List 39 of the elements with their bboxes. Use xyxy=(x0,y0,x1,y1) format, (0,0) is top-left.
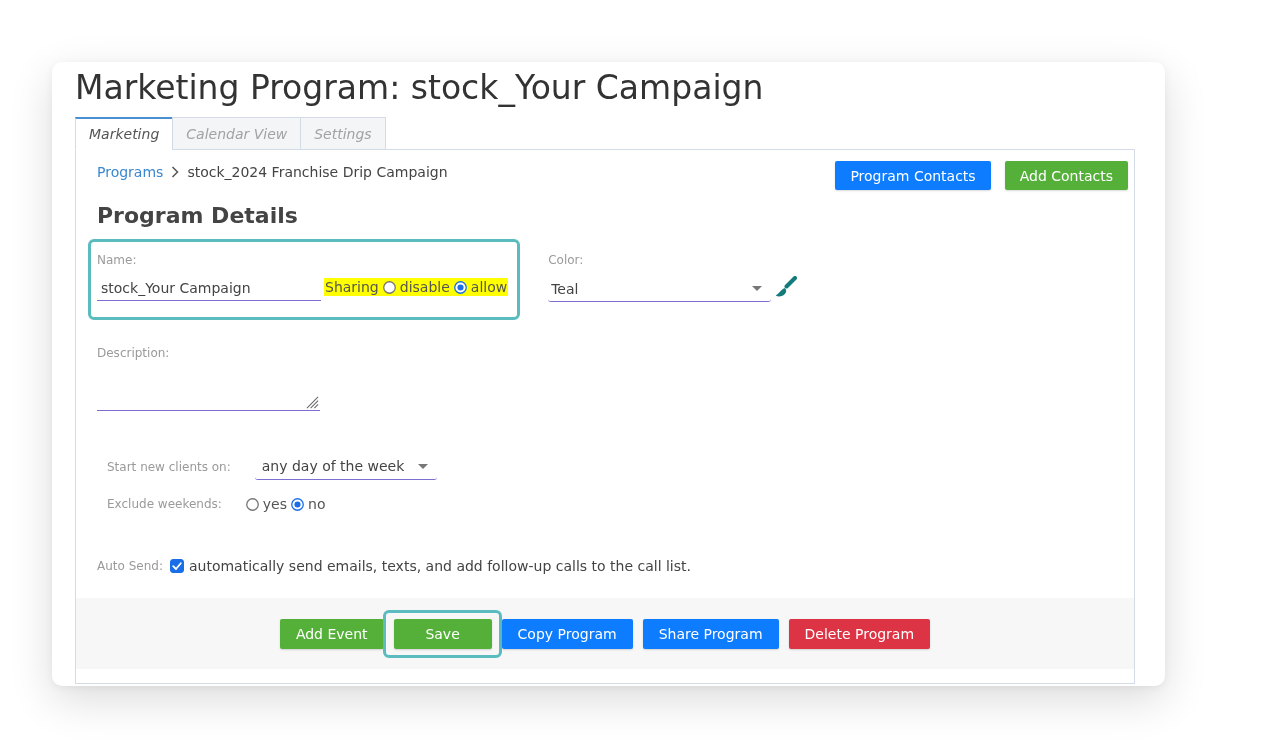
field-label: Name: xyxy=(97,252,137,268)
radio-button[interactable] xyxy=(453,280,467,294)
tab[interactable]: Settings xyxy=(300,117,386,150)
tab[interactable]: Marketing xyxy=(75,117,174,150)
paintbrush-icon[interactable] xyxy=(775,275,798,297)
field-label: Start new clients on: xyxy=(107,458,231,475)
field-label: Color: xyxy=(548,252,584,268)
option-label: disable xyxy=(399,278,450,296)
radio-button[interactable] xyxy=(245,497,259,511)
action-button[interactable]: Delete Program xyxy=(788,619,931,649)
breadcrumb-current: stock_2024 Franchise Drip Campaign xyxy=(187,163,448,182)
action-button[interactable]: Copy Program xyxy=(501,619,633,649)
radio-button[interactable] xyxy=(291,497,305,511)
radio-button[interactable] xyxy=(382,280,396,294)
action-button[interactable]: Add Event xyxy=(279,619,384,649)
field-label: Description: xyxy=(97,345,170,361)
color-select[interactable]: Teal xyxy=(548,276,772,302)
field-label: Auto Send: xyxy=(97,558,163,574)
action-button[interactable]: Share Program xyxy=(642,619,779,649)
caret-icon xyxy=(417,463,428,469)
action-button[interactable]: Save xyxy=(393,619,492,649)
page-title: Marketing Program: stock_Your Campaign xyxy=(75,68,765,108)
header-button[interactable]: Add Contacts xyxy=(1004,161,1128,190)
section-heading: Program Details xyxy=(97,202,298,230)
sharing-label: Sharing xyxy=(325,278,379,296)
caret-icon xyxy=(752,286,763,291)
header-button[interactable]: Program Contacts xyxy=(835,161,991,190)
field-label: Exclude weekends: xyxy=(107,496,222,512)
checkbox-label: automatically send emails, texts, and add follow-up calls to the call list. xyxy=(188,558,691,574)
resize-grip-icon[interactable] xyxy=(306,396,319,409)
option-label: no xyxy=(308,496,326,512)
option-label: yes xyxy=(262,496,288,512)
breadcrumb-link[interactable]: Programs xyxy=(97,162,164,182)
option-label: allow xyxy=(470,278,508,296)
tab[interactable]: Calendar View xyxy=(172,117,302,150)
start-day-select[interactable]: any day of the week xyxy=(254,453,437,480)
name-input[interactable]: stock_Your Campaign xyxy=(97,276,321,301)
checkbox[interactable] xyxy=(169,559,184,573)
chevron-right-icon xyxy=(171,166,180,178)
